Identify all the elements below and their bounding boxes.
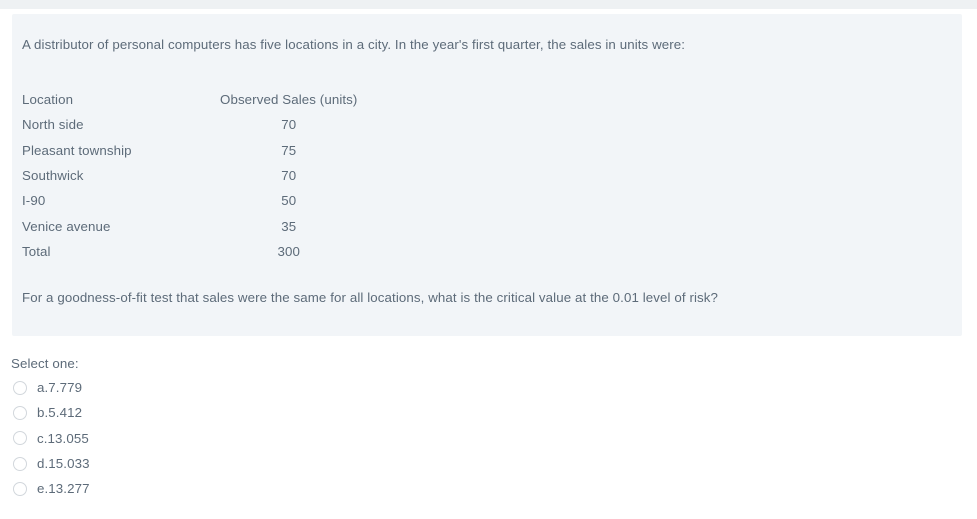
table-cell-location: Total xyxy=(22,243,51,259)
radio-button-icon[interactable] xyxy=(13,431,27,446)
radio-button-icon[interactable] xyxy=(13,405,27,420)
answer-options-list: a.7.779 b.5.412 c.13.055 d.15.033 e.13.2… xyxy=(0,375,977,501)
answer-option-b[interactable]: b.5.412 xyxy=(0,400,977,425)
table-row: North side 70 xyxy=(22,112,357,137)
table-row: Venice avenue 35 xyxy=(22,213,357,238)
table-cell-location: I-90 xyxy=(22,193,46,209)
table-row-total: Total 300 xyxy=(22,239,357,264)
radio-button-icon[interactable] xyxy=(13,481,27,496)
table-row: Southwick 70 xyxy=(22,163,357,188)
question-prompt-text: For a goodness-of-fit test that sales we… xyxy=(22,290,719,305)
answer-option-a[interactable]: a.7.779 xyxy=(0,375,977,400)
answer-option-label: a.7.779 xyxy=(37,380,83,396)
answer-option-c[interactable]: c.13.055 xyxy=(0,426,977,451)
table-row: Pleasant township 75 xyxy=(22,138,357,163)
observed-sales-table: Location Observed Sales (units) North si… xyxy=(22,87,357,264)
table-cell-location: Southwick xyxy=(22,168,84,184)
table-header-observed: Observed Sales (units) xyxy=(220,92,358,108)
answer-option-d[interactable]: d.15.033 xyxy=(0,451,977,476)
table-cell-observed: 70 xyxy=(281,117,297,133)
radio-button-icon[interactable] xyxy=(13,456,27,471)
table-cell-location: Pleasant township xyxy=(22,142,132,158)
table-cell-observed: 300 xyxy=(277,243,300,259)
answer-option-e[interactable]: e.13.277 xyxy=(0,476,977,501)
table-cell-observed: 35 xyxy=(281,218,297,234)
table-header-location: Location xyxy=(22,92,74,108)
table-cell-observed: 70 xyxy=(281,168,297,184)
table-cell-observed: 50 xyxy=(281,193,297,209)
table-row: I-90 50 xyxy=(22,188,357,213)
answer-option-label: d.15.033 xyxy=(37,456,90,472)
table-cell-observed: 75 xyxy=(281,142,297,158)
select-one-label: Select one: xyxy=(11,356,79,371)
answer-option-label: c.13.055 xyxy=(37,430,89,446)
answer-option-label: b.5.412 xyxy=(37,405,83,421)
question-stem-text: A distributor of personal computers has … xyxy=(22,37,686,52)
top-page-strip xyxy=(0,0,977,9)
quiz-question-screen: A distributor of personal computers has … xyxy=(0,0,977,519)
table-header-row: Location Observed Sales (units) xyxy=(22,87,357,112)
question-stem-panel: A distributor of personal computers has … xyxy=(12,14,962,336)
table-cell-location: Venice avenue xyxy=(22,218,111,234)
radio-button-icon[interactable] xyxy=(13,380,27,395)
table-cell-location: North side xyxy=(22,117,84,133)
answer-option-label: e.13.277 xyxy=(37,481,90,497)
